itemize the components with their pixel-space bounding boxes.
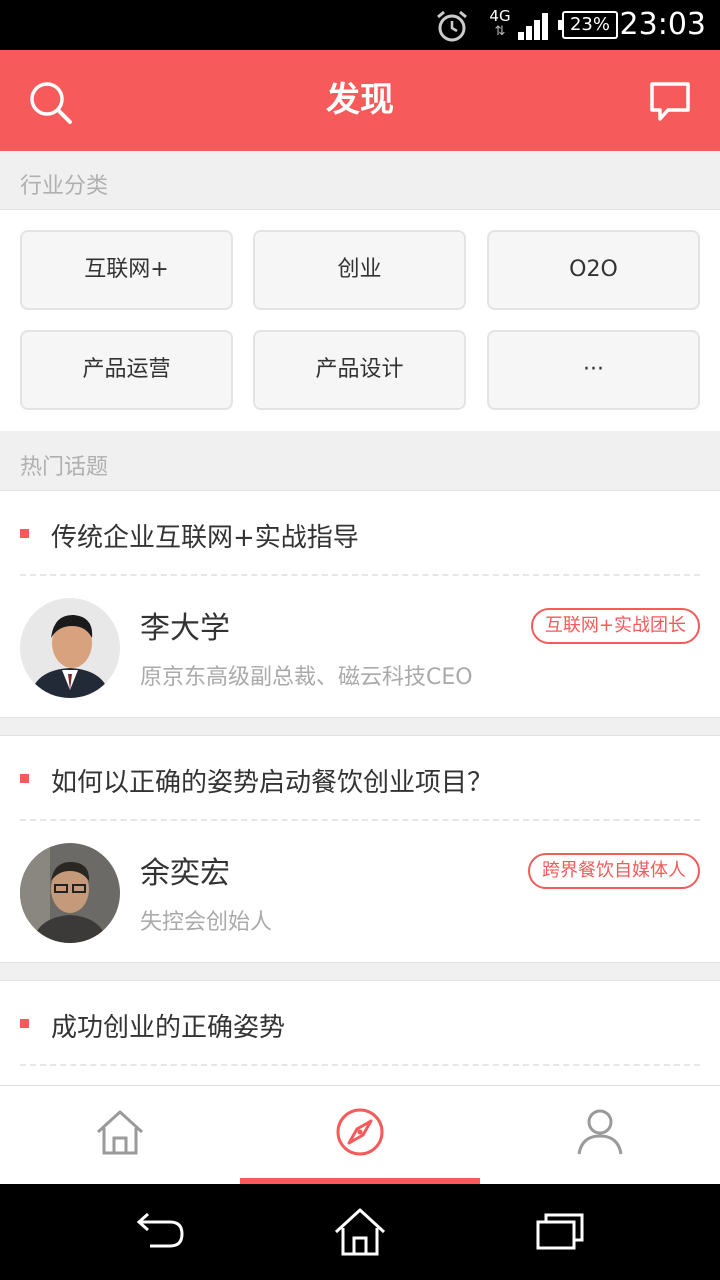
category-grid: 互联网+ 创业 O2O 产品运营 产品设计 ··· xyxy=(0,210,720,431)
recent-apps-icon[interactable] xyxy=(532,1206,588,1258)
category-internet-plus[interactable]: 互联网+ xyxy=(20,230,233,310)
signal-icon xyxy=(518,13,548,40)
compass-icon xyxy=(336,1108,384,1156)
alarm-clock-icon xyxy=(437,10,467,42)
bullet-marker xyxy=(20,774,29,783)
category-product-operations[interactable]: 产品运营 xyxy=(20,330,233,410)
tab-discover[interactable] xyxy=(240,1086,480,1185)
user-icon xyxy=(577,1109,623,1155)
status-bar: 4G ⇅ 23% 23:03 xyxy=(0,0,720,50)
topic-card[interactable]: 成功创业的正确姿势 xyxy=(0,981,720,1085)
battery-indicator: 23% xyxy=(558,11,618,39)
battery-level: 23% xyxy=(569,14,610,35)
back-icon[interactable] xyxy=(132,1206,188,1258)
hot-topics-section-title: 热门话题 xyxy=(20,455,109,480)
clock: 23:03 xyxy=(619,7,706,42)
home-button-icon[interactable] xyxy=(332,1206,388,1258)
avatar-image xyxy=(20,598,120,698)
bullet-marker xyxy=(20,529,29,538)
topic-title-row[interactable]: 传统企业互联网+实战指导 xyxy=(20,491,700,576)
tab-home[interactable] xyxy=(0,1086,240,1185)
tab-bar xyxy=(0,1085,720,1184)
author-description: 原京东高级副总裁、磁云科技CEO xyxy=(140,665,473,690)
message-icon[interactable] xyxy=(646,78,694,126)
author-name: 余奕宏 xyxy=(140,856,230,891)
network-type: 4G xyxy=(489,7,511,25)
avatar[interactable] xyxy=(20,598,120,698)
network-indicator: 4G ⇅ xyxy=(488,8,512,40)
tab-profile[interactable] xyxy=(480,1086,720,1185)
topic-title-row[interactable]: 成功创业的正确姿势 xyxy=(20,981,700,1066)
card-divider xyxy=(0,962,720,981)
bullet-marker xyxy=(20,1019,29,1028)
topic-title: 传统企业互联网+实战指导 xyxy=(51,523,359,553)
author-badge: 跨界餐饮自媒体人 xyxy=(528,853,700,889)
topic-card[interactable]: 传统企业互联网+实战指导 李大学 原京东高级副总裁、磁云科技CEO 互联网+实战… xyxy=(0,491,720,717)
topic-title: 如何以正确的姿势启动餐饮创业项目？ xyxy=(51,768,494,798)
hot-topics-section-header: 热门话题 xyxy=(0,431,720,491)
author-name: 李大学 xyxy=(140,611,230,646)
category-product-design[interactable]: 产品设计 xyxy=(253,330,466,410)
category-startup[interactable]: 创业 xyxy=(253,230,466,310)
category-more-button[interactable]: ··· xyxy=(487,330,700,410)
app-header: 发现 xyxy=(0,50,720,151)
avatar[interactable] xyxy=(20,843,120,943)
data-arrows-icon: ⇅ xyxy=(494,24,506,39)
card-divider xyxy=(0,717,720,736)
topic-title: 成功创业的正确姿势 xyxy=(51,1013,286,1043)
category-o2o[interactable]: O2O xyxy=(487,230,700,310)
industry-section-header: 行业分类 xyxy=(0,151,720,210)
topic-title-row[interactable]: 如何以正确的姿势启动餐饮创业项目？ xyxy=(20,736,700,821)
topic-card[interactable]: 如何以正确的姿势启动餐饮创业项目？ 余奕宏 失控会创始人 跨界餐饮自媒体人 xyxy=(0,736,720,962)
system-nav-bar xyxy=(0,1184,720,1280)
author-description: 失控会创始人 xyxy=(140,910,273,935)
page-title: 发现 xyxy=(326,80,394,120)
industry-section-title: 行业分类 xyxy=(20,174,109,199)
author-badge: 互联网+实战团长 xyxy=(530,608,700,644)
avatar-image xyxy=(20,843,120,943)
home-icon xyxy=(96,1110,144,1155)
